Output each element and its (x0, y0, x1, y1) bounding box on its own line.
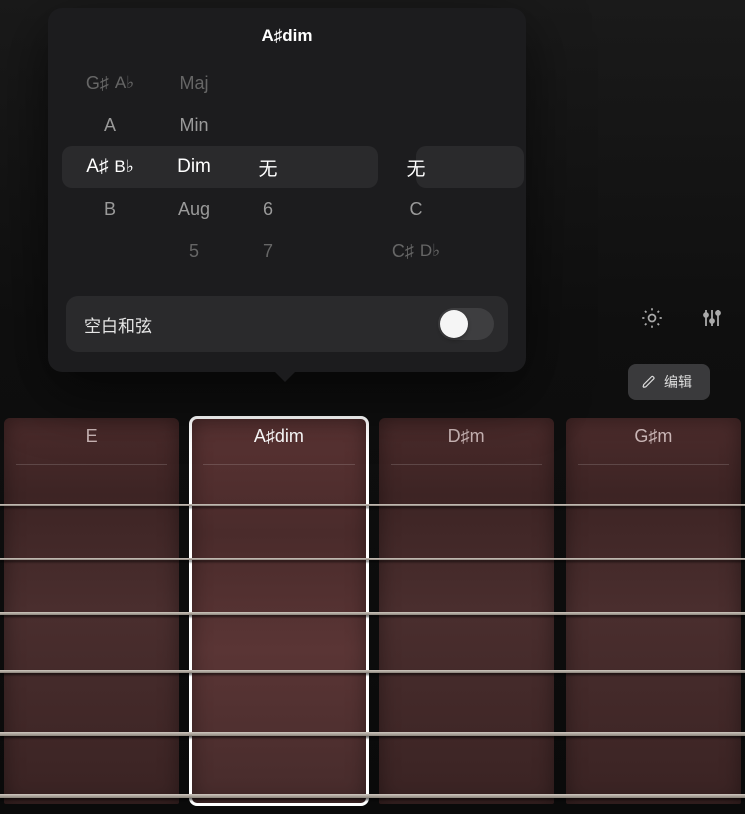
extension-option (230, 62, 306, 104)
blank-chord-toggle[interactable] (438, 308, 494, 340)
chord-strip[interactable]: E (4, 418, 179, 804)
extension-option (230, 104, 306, 146)
root-option: A (62, 104, 158, 146)
blank-chord-row: 空白和弦 (66, 296, 508, 352)
quality-option: Min (158, 104, 230, 146)
edit-button-label: 编辑 (664, 372, 692, 392)
root-option: A♯B♭ (62, 146, 158, 188)
root-option: B (62, 188, 158, 230)
chord-strip[interactable]: D♯m (379, 418, 554, 804)
chord-strip[interactable]: A♯dim (191, 418, 366, 804)
chord-picker-area: G♯A♭ A A♯B♭ B Maj Min Dim Aug 5 无 6 7 无 … (48, 62, 526, 272)
chord-quality-picker[interactable]: Maj Min Dim Aug 5 (158, 62, 230, 272)
chord-strip-divider (578, 464, 729, 465)
bass-note-picker[interactable]: 无 C C♯D♭ (362, 62, 470, 272)
quality-option: Maj (158, 62, 230, 104)
chord-strip-name: D♯m (379, 426, 554, 447)
focus-mode-icon[interactable] (634, 300, 670, 336)
extension-option: 6 (230, 188, 306, 230)
bass-option (362, 104, 470, 146)
blank-chord-label: 空白和弦 (84, 312, 152, 337)
chord-editor-popover: A♯dim G♯A♭ A A♯B♭ B Maj Min Dim Aug 5 无 … (48, 8, 526, 372)
extension-option: 7 (230, 230, 306, 272)
extension-option: 无 (230, 146, 306, 188)
bass-option: 无 (362, 146, 470, 188)
pencil-icon (642, 375, 656, 389)
quality-option: 5 (158, 230, 230, 272)
chord-strip-divider (203, 464, 354, 465)
chord-strip-name: G♯m (566, 426, 741, 447)
chord-strip-name: A♯dim (191, 426, 366, 447)
quality-option: Dim (158, 146, 230, 188)
chord-strip[interactable]: G♯m (566, 418, 741, 804)
quality-option: Aug (158, 188, 230, 230)
bass-option: C (362, 188, 470, 230)
mixer-sliders-icon[interactable] (694, 300, 730, 336)
chord-strips-area: E A♯dim D♯m G♯m (0, 418, 745, 814)
chord-strip-divider (391, 464, 542, 465)
chord-strip-divider (16, 464, 167, 465)
toggle-knob (440, 310, 468, 338)
chord-extension-picker[interactable]: 无 6 7 (230, 62, 306, 272)
root-option (62, 230, 158, 272)
chord-strip-name: E (4, 426, 179, 447)
bass-option (362, 62, 470, 104)
edit-button[interactable]: 编辑 (628, 364, 710, 400)
root-note-picker[interactable]: G♯A♭ A A♯B♭ B (62, 62, 158, 272)
bass-option: C♯D♭ (362, 230, 470, 272)
root-option: G♯A♭ (62, 62, 158, 104)
popover-title: A♯dim (48, 26, 526, 46)
